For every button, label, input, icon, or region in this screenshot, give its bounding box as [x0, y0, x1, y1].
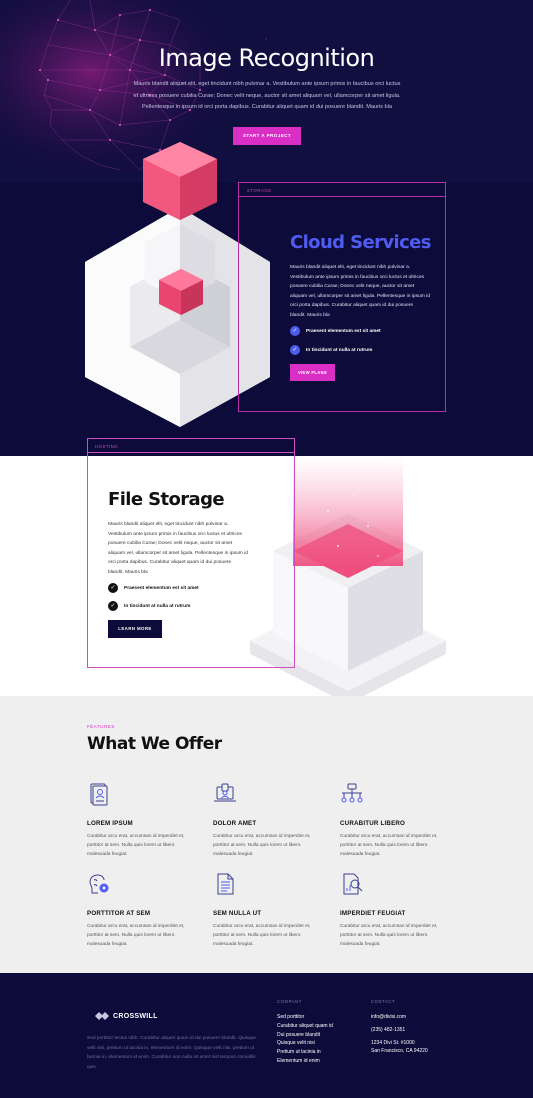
feature-name: SEM NULLA UT: [213, 910, 262, 917]
divider: [88, 452, 295, 453]
feature-description: Curabitur arcu erat, accumsan id imperdi…: [87, 924, 185, 948]
feature-description: Curabitur arcu erat, accumsan id imperdi…: [340, 834, 438, 858]
feature-card: CURABITUR LIBERO Curabitur arcu erat, ac…: [340, 782, 450, 860]
file-storage-section: HOSTING File Storage Mauris blandit aliq…: [0, 438, 533, 704]
cloud-tag: STORAGE: [247, 188, 272, 193]
footer-contact-column: CONTACT info@divisi.com (235) 482-1351 1…: [371, 999, 428, 1060]
divider: [239, 196, 446, 197]
check-label: In tincidunt at nulla at rutrum: [306, 347, 373, 353]
cloud-services-section: STORAGE Cloud Services Mauris blandit al…: [0, 142, 533, 456]
hero-description: Mauris blandit aliquet elit, eget tincid…: [133, 81, 401, 111]
contact-address-line2: San Francisco, CA 94220: [371, 1048, 428, 1054]
cloud-description: Mauris blandit aliquet elit, eget tincid…: [290, 265, 430, 318]
storage-tag: HOSTING: [95, 444, 119, 449]
contact-heading: CONTACT: [371, 999, 396, 1004]
footer-company-column: COMPANY Sed porttitor Curabitur aliquet …: [277, 999, 333, 1066]
footer-link[interactable]: Dui posuere blandit: [277, 1031, 333, 1040]
check-item: ✓ In tincidunt at nulla at rutrum: [290, 345, 372, 355]
logo[interactable]: CROSSWILL: [95, 1011, 158, 1021]
check-item: ✓ Praesent elementum est sit amet: [108, 583, 199, 593]
features-tag: FEATURES: [87, 724, 115, 729]
features-title: What We Offer: [87, 734, 222, 754]
feature-name: LOREM IPSUM: [87, 820, 133, 827]
footer-link[interactable]: Elementum id enim: [277, 1057, 333, 1066]
footer: CROSSWILL Sed porttitor lectus nibh. Cur…: [0, 973, 533, 1098]
feature-name: DOLOR AMET: [213, 820, 257, 827]
check-label: Praesent elementum est sit amet: [306, 328, 381, 334]
storage-description: Mauris blandit aliquet elit, eget tincid…: [108, 522, 248, 575]
network-icon: [341, 783, 363, 803]
contact-phone[interactable]: (235) 482-1351: [371, 1026, 428, 1034]
file-storage-card: HOSTING File Storage Mauris blandit aliq…: [87, 438, 295, 668]
check-item: ✓ Praesent elementum est sit amet: [290, 326, 381, 336]
cloud-services-card: STORAGE Cloud Services Mauris blandit al…: [238, 182, 446, 412]
feature-name: CURABITUR LIBERO: [340, 820, 406, 827]
feature-name: PORTTITOR AT SEM: [87, 910, 151, 917]
company-heading: COMPANY: [277, 999, 303, 1004]
check-item: ✓ In tincidunt at nulla at rutrum: [108, 601, 190, 611]
footer-link[interactable]: Curabitur aliquet quam id: [277, 1022, 333, 1031]
feature-card: PORTTITOR AT SEM Curabitur arcu erat, ac…: [87, 872, 197, 950]
document-icon: [217, 873, 234, 895]
logo-text: CROSSWILL: [113, 1012, 158, 1020]
check-label: Praesent elementum est sit amet: [124, 585, 199, 591]
check-icon: ✓: [290, 326, 300, 336]
hero-eyebrow: •: [265, 36, 268, 41]
learn-more-button[interactable]: LEARN MORE: [108, 620, 162, 638]
hero-title: Image Recognition: [158, 44, 375, 72]
footer-link[interactable]: Sed porttitor: [277, 1013, 333, 1022]
feature-card: IMPERDIET FEUGIAT Curabitur arcu erat, a…: [340, 872, 450, 950]
view-plans-button[interactable]: VIEW PLANS: [290, 364, 335, 381]
check-label: In tincidunt at nulla at rutrum: [124, 603, 191, 609]
laptop-user-icon: [214, 783, 236, 802]
feature-card: DOLOR AMET Curabitur arcu erat, accumsan…: [213, 782, 323, 860]
feature-name: IMPERDIET FEUGIAT: [340, 910, 406, 917]
feature-description: Curabitur arcu erat, accumsan id imperdi…: [213, 834, 311, 858]
feature-description: Curabitur arcu erat, accumsan id imperdi…: [340, 924, 438, 948]
check-icon: ✓: [108, 601, 118, 611]
id-card-icon: [90, 783, 108, 806]
contact-email[interactable]: info@divisi.com: [371, 1013, 428, 1021]
check-icon: ✓: [290, 345, 300, 355]
cloud-title: Cloud Services: [290, 232, 431, 253]
footer-link[interactable]: Pretium ut lacinia in: [277, 1048, 333, 1057]
contact-address-line1: 1234 Divi St. #1000: [371, 1040, 415, 1046]
logo-icon: [95, 1012, 109, 1020]
features-section: FEATURES What We Offer LOREM IPSUM Curab…: [0, 696, 533, 973]
feature-description: Curabitur arcu erat, accumsan id imperdi…: [87, 834, 185, 858]
feature-card: LOREM IPSUM Curabitur arcu erat, accumsa…: [87, 782, 197, 860]
check-icon: ✓: [108, 583, 118, 593]
brain-gear-icon: [89, 874, 109, 894]
footer-description: Sed porttitor lectus nibh. Curabitur ali…: [87, 1036, 257, 1070]
feature-card: SEM NULLA UT Curabitur arcu erat, accums…: [213, 872, 323, 950]
storage-title: File Storage: [108, 489, 225, 510]
footer-link[interactable]: Quisque velit nisi: [277, 1039, 333, 1048]
report-search-icon: [343, 873, 363, 895]
feature-description: Curabitur arcu erat, accumsan id imperdi…: [213, 924, 311, 948]
